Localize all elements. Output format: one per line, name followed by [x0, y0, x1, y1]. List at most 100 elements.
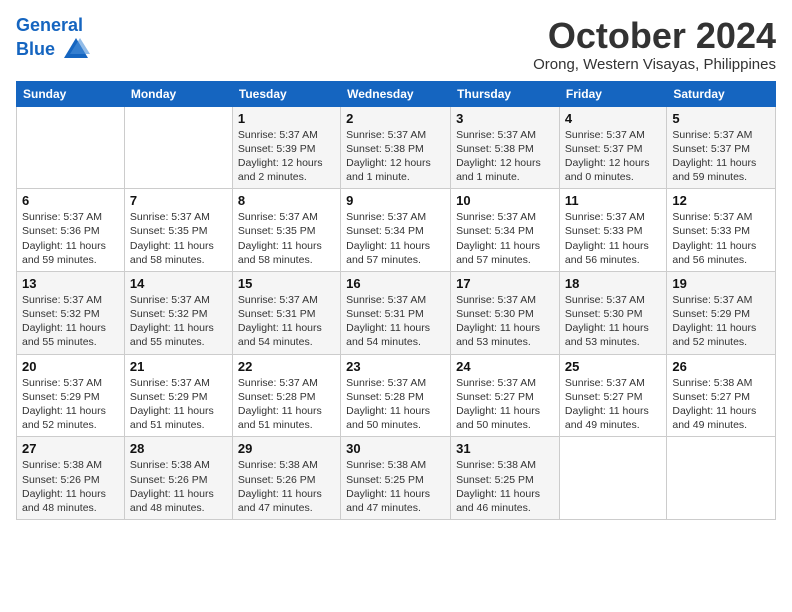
calendar-cell: 25Sunrise: 5:37 AM Sunset: 5:27 PM Dayli…	[559, 354, 666, 437]
day-number: 1	[238, 111, 335, 126]
day-info: Sunrise: 5:37 AM Sunset: 5:29 PM Dayligh…	[672, 293, 770, 350]
day-info: Sunrise: 5:38 AM Sunset: 5:26 PM Dayligh…	[22, 458, 119, 515]
logo: General Blue	[16, 16, 90, 64]
calendar-cell: 3 Sunrise: 5:37 AM Sunset: 5:38 PM Daylig…	[451, 106, 560, 189]
day-number: 6	[22, 193, 119, 208]
day-info: Sunrise: 5:37 AM Sunset: 5:39 PM Dayligh…	[238, 128, 335, 185]
day-number: 27	[22, 441, 119, 456]
calendar-cell: 4Sunrise: 5:37 AM Sunset: 5:37 PM Daylig…	[559, 106, 666, 189]
day-number: 12	[672, 193, 770, 208]
day-info: Sunrise: 5:37 AM Sunset: 5:35 PM Dayligh…	[238, 210, 335, 267]
calendar-cell	[17, 106, 125, 189]
day-info: Sunrise: 5:38 AM Sunset: 5:26 PM Dayligh…	[130, 458, 227, 515]
day-number: 20	[22, 359, 119, 374]
day-number: 28	[130, 441, 227, 456]
day-info: Sunrise: 5:38 AM Sunset: 5:26 PM Dayligh…	[238, 458, 335, 515]
calendar-cell: 29 Sunrise: 5:38 AM Sunset: 5:26 PM Dayli…	[232, 437, 340, 520]
calendar-cell: 14Sunrise: 5:37 AM Sunset: 5:32 PM Dayli…	[124, 271, 232, 354]
day-number: 10	[456, 193, 554, 208]
calendar-cell: 18 Sunrise: 5:37 AM Sunset: 5:30 PM Dayli…	[559, 271, 666, 354]
calendar-cell: 19 Sunrise: 5:37 AM Sunset: 5:29 PM Dayli…	[667, 271, 776, 354]
day-number: 13	[22, 276, 119, 291]
weekday-header-sunday: Sunday	[17, 81, 125, 106]
day-info: Sunrise: 5:38 AM Sunset: 5:25 PM Dayligh…	[346, 458, 445, 515]
day-info: Sunrise: 5:37 AM Sunset: 5:33 PM Dayligh…	[672, 210, 770, 267]
weekday-header-tuesday: Tuesday	[232, 81, 340, 106]
calendar-cell	[559, 437, 666, 520]
calendar-cell: 26Sunrise: 5:38 AM Sunset: 5:27 PM Dayli…	[667, 354, 776, 437]
weekday-header-thursday: Thursday	[451, 81, 560, 106]
day-info: Sunrise: 5:37 AM Sunset: 5:29 PM Dayligh…	[22, 376, 119, 433]
day-info: Sunrise: 5:37 AM Sunset: 5:30 PM Dayligh…	[456, 293, 554, 350]
day-number: 8	[238, 193, 335, 208]
day-number: 18	[565, 276, 661, 291]
day-number: 19	[672, 276, 770, 291]
calendar-cell: 8 Sunrise: 5:37 AM Sunset: 5:35 PM Daylig…	[232, 189, 340, 272]
calendar-table: SundayMondayTuesdayWednesdayThursdayFrid…	[16, 81, 776, 520]
weekday-header-row: SundayMondayTuesdayWednesdayThursdayFrid…	[17, 81, 776, 106]
calendar-cell: 11Sunrise: 5:37 AM Sunset: 5:33 PM Dayli…	[559, 189, 666, 272]
location: Orong, Western Visayas, Philippines	[533, 56, 776, 73]
calendar-week-3: 13 Sunrise: 5:37 AM Sunset: 5:32 PM Dayli…	[17, 271, 776, 354]
calendar-cell: 28 Sunrise: 5:38 AM Sunset: 5:26 PM Dayli…	[124, 437, 232, 520]
calendar-cell: 27 Sunrise: 5:38 AM Sunset: 5:26 PM Dayli…	[17, 437, 125, 520]
title-block: October 2024 Orong, Western Visayas, Phi…	[533, 16, 776, 73]
day-number: 30	[346, 441, 445, 456]
calendar-cell: 21Sunrise: 5:37 AM Sunset: 5:29 PM Dayli…	[124, 354, 232, 437]
calendar-cell: 24 Sunrise: 5:37 AM Sunset: 5:27 PM Dayli…	[451, 354, 560, 437]
day-number: 16	[346, 276, 445, 291]
day-number: 7	[130, 193, 227, 208]
logo-blue: Blue	[16, 39, 55, 59]
day-number: 4	[565, 111, 661, 126]
day-number: 21	[130, 359, 227, 374]
day-info: Sunrise: 5:37 AM Sunset: 5:38 PM Dayligh…	[346, 128, 445, 185]
day-number: 29	[238, 441, 335, 456]
day-info: Sunrise: 5:37 AM Sunset: 5:32 PM Dayligh…	[130, 293, 227, 350]
day-info: Sunrise: 5:37 AM Sunset: 5:34 PM Dayligh…	[456, 210, 554, 267]
weekday-header-friday: Friday	[559, 81, 666, 106]
logo-icon	[62, 36, 90, 64]
day-number: 23	[346, 359, 445, 374]
calendar-cell: 15Sunrise: 5:37 AM Sunset: 5:31 PM Dayli…	[232, 271, 340, 354]
calendar-week-2: 6 Sunrise: 5:37 AM Sunset: 5:36 PM Daylig…	[17, 189, 776, 272]
day-number: 2	[346, 111, 445, 126]
calendar-cell: 5Sunrise: 5:37 AM Sunset: 5:37 PM Daylig…	[667, 106, 776, 189]
page-header: General Blue October 2024 Orong, Western…	[16, 16, 776, 73]
day-info: Sunrise: 5:37 AM Sunset: 5:36 PM Dayligh…	[22, 210, 119, 267]
calendar-cell: 17 Sunrise: 5:37 AM Sunset: 5:30 PM Dayli…	[451, 271, 560, 354]
day-info: Sunrise: 5:37 AM Sunset: 5:32 PM Dayligh…	[22, 293, 119, 350]
day-info: Sunrise: 5:37 AM Sunset: 5:27 PM Dayligh…	[456, 376, 554, 433]
calendar-cell	[667, 437, 776, 520]
day-info: Sunrise: 5:38 AM Sunset: 5:25 PM Dayligh…	[456, 458, 554, 515]
day-number: 22	[238, 359, 335, 374]
day-info: Sunrise: 5:37 AM Sunset: 5:28 PM Dayligh…	[346, 376, 445, 433]
day-number: 3	[456, 111, 554, 126]
day-info: Sunrise: 5:37 AM Sunset: 5:31 PM Dayligh…	[346, 293, 445, 350]
calendar-cell: 1 Sunrise: 5:37 AM Sunset: 5:39 PM Daylig…	[232, 106, 340, 189]
calendar-week-1: 1 Sunrise: 5:37 AM Sunset: 5:39 PM Daylig…	[17, 106, 776, 189]
day-number: 17	[456, 276, 554, 291]
day-number: 31	[456, 441, 554, 456]
day-number: 26	[672, 359, 770, 374]
calendar-cell: 22 Sunrise: 5:37 AM Sunset: 5:28 PM Dayli…	[232, 354, 340, 437]
calendar-cell: 30 Sunrise: 5:38 AM Sunset: 5:25 PM Dayli…	[341, 437, 451, 520]
day-info: Sunrise: 5:37 AM Sunset: 5:35 PM Dayligh…	[130, 210, 227, 267]
day-number: 5	[672, 111, 770, 126]
calendar-cell: 20 Sunrise: 5:37 AM Sunset: 5:29 PM Dayli…	[17, 354, 125, 437]
day-number: 11	[565, 193, 661, 208]
calendar-week-5: 27 Sunrise: 5:38 AM Sunset: 5:26 PM Dayli…	[17, 437, 776, 520]
calendar-cell: 10 Sunrise: 5:37 AM Sunset: 5:34 PM Dayli…	[451, 189, 560, 272]
calendar-cell: 9Sunrise: 5:37 AM Sunset: 5:34 PM Daylig…	[341, 189, 451, 272]
day-info: Sunrise: 5:37 AM Sunset: 5:28 PM Dayligh…	[238, 376, 335, 433]
day-number: 15	[238, 276, 335, 291]
day-number: 24	[456, 359, 554, 374]
calendar-body: 1 Sunrise: 5:37 AM Sunset: 5:39 PM Daylig…	[17, 106, 776, 519]
day-info: Sunrise: 5:37 AM Sunset: 5:38 PM Dayligh…	[456, 128, 554, 185]
weekday-header-monday: Monday	[124, 81, 232, 106]
month-title: October 2024	[533, 16, 776, 56]
calendar-cell: 2 Sunrise: 5:37 AM Sunset: 5:38 PM Daylig…	[341, 106, 451, 189]
calendar-cell	[124, 106, 232, 189]
logo-general: General	[16, 15, 83, 35]
day-info: Sunrise: 5:37 AM Sunset: 5:30 PM Dayligh…	[565, 293, 661, 350]
day-info: Sunrise: 5:37 AM Sunset: 5:34 PM Dayligh…	[346, 210, 445, 267]
